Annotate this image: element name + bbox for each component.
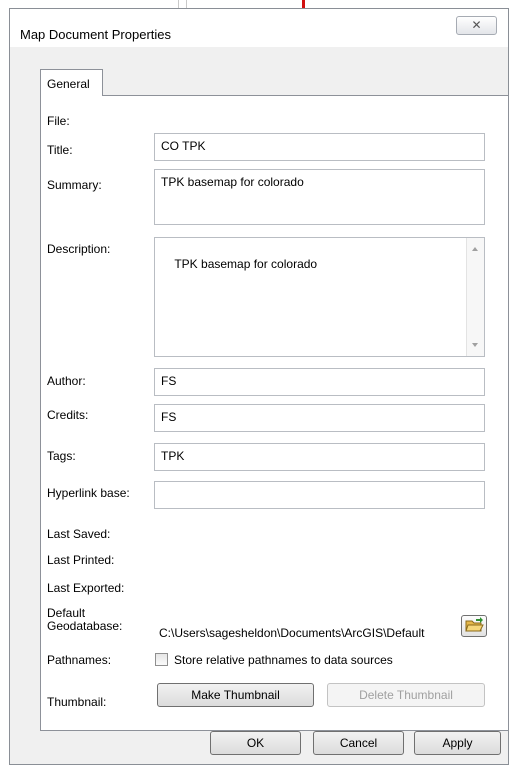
summary-label: Summary: — [47, 178, 102, 192]
author-label: Author: — [47, 374, 86, 388]
apply-button[interactable]: Apply — [414, 731, 501, 755]
browse-geodatabase-button[interactable] — [461, 615, 487, 637]
cancel-button[interactable]: Cancel — [313, 731, 404, 755]
tab-general[interactable]: General — [40, 69, 103, 96]
default-geodatabase-label-line1: Default — [47, 606, 86, 620]
default-geodatabase-label: Default Geodatabase: — [47, 607, 122, 633]
description-scrollbar[interactable] — [466, 238, 484, 356]
folder-open-icon — [465, 617, 484, 632]
description-label: Description: — [47, 242, 111, 256]
summary-input[interactable]: TPK basemap for colorado — [154, 169, 485, 225]
dialog-title: Map Document Properties — [20, 27, 172, 42]
tab-general-label: General — [47, 77, 90, 91]
credits-input[interactable]: FS — [154, 404, 485, 432]
file-label: File: — [47, 114, 70, 128]
make-thumbnail-button[interactable]: Make Thumbnail — [157, 683, 314, 707]
description-textarea[interactable]: TPK basemap for colorado — [154, 237, 485, 357]
tags-input[interactable]: TPK — [154, 443, 485, 471]
pathnames-label: Pathnames: — [47, 653, 112, 667]
last-saved-label: Last Saved: — [47, 527, 111, 541]
default-geodatabase-path: C:\Users\sagesheldon\Documents\ArcGIS\De… — [159, 626, 425, 640]
title-bar: Map Document Properties ✕ — [10, 9, 508, 47]
description-text: TPK basemap for colorado — [174, 257, 318, 271]
thumbnail-label: Thumbnail: — [47, 695, 107, 709]
title-input[interactable]: CO TPK — [154, 133, 485, 161]
hyperlink-base-input[interactable] — [154, 481, 485, 509]
tags-label: Tags: — [47, 449, 76, 463]
ok-button[interactable]: OK — [210, 731, 301, 755]
credits-label: Credits: — [47, 408, 89, 422]
last-printed-label: Last Printed: — [47, 553, 115, 567]
close-button[interactable]: ✕ — [456, 16, 497, 35]
default-geodatabase-label-line2: Geodatabase: — [47, 619, 123, 633]
scroll-down-arrow-icon[interactable] — [472, 343, 478, 347]
title-label: Title: — [47, 143, 73, 157]
relative-pathnames-checkbox-label[interactable]: Store relative pathnames to data sources — [174, 653, 393, 667]
last-exported-label: Last Exported: — [47, 581, 125, 595]
close-icon: ✕ — [471, 18, 482, 32]
relative-pathnames-checkbox[interactable] — [155, 653, 168, 666]
delete-thumbnail-button[interactable]: Delete Thumbnail — [327, 683, 485, 707]
author-input[interactable]: FS — [154, 368, 485, 396]
scroll-up-arrow-icon[interactable] — [472, 247, 478, 251]
hyperlink-base-label: Hyperlink base: — [47, 486, 130, 500]
map-document-properties-dialog: Map Document Properties ✕ General File: … — [9, 8, 509, 765]
